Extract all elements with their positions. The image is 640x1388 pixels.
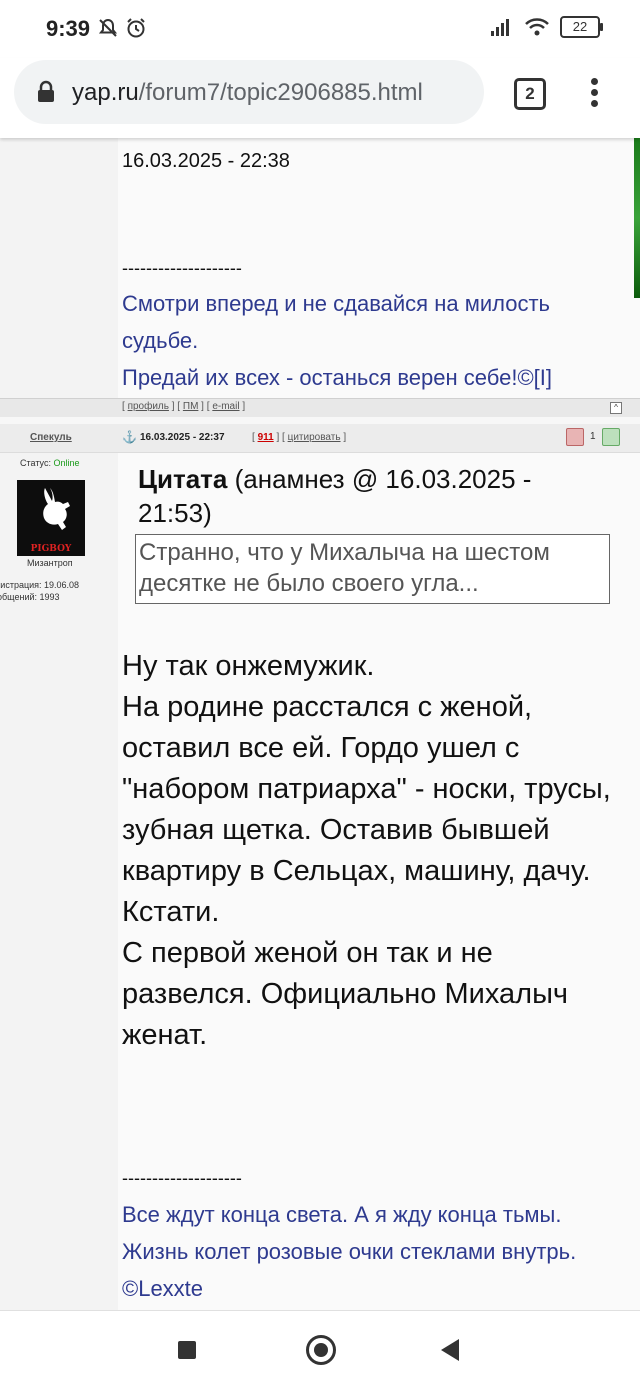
author-link[interactable]: Спекуль xyxy=(30,432,72,443)
quote-title: Цитата xyxy=(138,464,228,494)
dot-icon xyxy=(590,100,598,107)
url-host: yap.ru xyxy=(72,79,139,106)
status-label: Статус: xyxy=(20,458,51,468)
avatar-caption: PIGBOY xyxy=(30,544,72,554)
status-bar: 9:39 22 xyxy=(0,0,640,58)
wifi-icon xyxy=(525,18,549,36)
lock-icon xyxy=(38,80,54,102)
email-link[interactable]: e-mail xyxy=(212,401,239,412)
status-online: Online xyxy=(53,458,80,468)
user-status: Статус: Online xyxy=(20,458,79,468)
battery-indicator: 22 xyxy=(560,16,603,38)
status-icons xyxy=(97,17,147,39)
status-right: 22 xyxy=(490,16,603,38)
signature-separator: -------------------- xyxy=(122,1168,242,1188)
post-sidebar xyxy=(0,138,118,398)
thumbs-up-icon[interactable] xyxy=(602,428,620,446)
quote-link[interactable]: цитировать xyxy=(288,432,341,443)
pm-link[interactable]: ПМ xyxy=(183,401,199,412)
dot-icon xyxy=(590,78,598,85)
post-meta: [ 911 ] [ цитировать ] xyxy=(252,432,347,443)
post-links: [ профиль ] [ ПМ ] [ e-mail ] xyxy=(122,401,246,412)
signature: Все ждут конца света. А я жду конца тьмы… xyxy=(122,1196,627,1307)
post-links-bar: [ профиль ] [ ПМ ] [ e-mail ] ^ xyxy=(0,398,640,417)
user-title: Мизантроп xyxy=(27,558,73,568)
post-number-link[interactable]: 911 xyxy=(258,432,274,443)
address-bar[interactable]: yap.ru/forum7/topic2906885.html xyxy=(14,60,484,124)
profile-link[interactable]: профиль xyxy=(128,401,169,412)
previous-post: 16.03.2025 - 22:38 -------------------- … xyxy=(0,138,640,398)
bell-off-icon xyxy=(98,18,118,37)
signature-separator: -------------------- xyxy=(122,258,242,278)
more-menu-button[interactable] xyxy=(588,78,600,110)
signature: Смотри вперед и не сдавайся на милость с… xyxy=(122,285,622,396)
clock: 9:39 xyxy=(46,16,91,41)
signature-line: Жизнь колет розовые очки стеклами внутрь… xyxy=(122,1239,577,1301)
post-sidebar xyxy=(0,424,118,1310)
forum-content: 16.03.2025 - 22:38 -------------------- … xyxy=(0,138,640,1310)
anchor-icon[interactable]: ⚓ xyxy=(122,430,137,444)
post-line: На родине расстался с женой, оставил все… xyxy=(122,691,611,887)
bunny-logo-icon xyxy=(43,488,70,530)
thumbs-down-icon[interactable] xyxy=(566,428,584,446)
quote-text: Странно, что у Михалыча на шестом десятк… xyxy=(135,534,610,604)
url-path: /forum7/topic2906885.html xyxy=(138,79,423,106)
tab-switcher-button[interactable]: 2 xyxy=(514,78,546,110)
user-message-count: ообщений: 1993 xyxy=(0,592,60,602)
post-date: 16.03.2025 - 22:38 xyxy=(122,150,290,172)
post-line: Ну так онжемужик. xyxy=(122,650,375,682)
recents-button[interactable] xyxy=(178,1341,196,1359)
signature-line: Все ждут конца света. А я жду конца тьмы… xyxy=(122,1202,562,1227)
signature-line: Смотри вперед и не сдавайся на милость с… xyxy=(122,291,550,353)
signature-line: Предай их всех - останься верен себе!©[I… xyxy=(122,365,552,390)
avatar[interactable]: PIGBOY xyxy=(17,480,85,556)
dot-icon xyxy=(590,89,598,96)
system-nav-bar xyxy=(0,1310,640,1388)
alarm-icon xyxy=(127,18,145,38)
post-line: С первой женой он так и не развелся. Офи… xyxy=(122,937,569,1051)
signal-icon xyxy=(491,19,509,36)
scroll-top-icon[interactable]: ^ xyxy=(610,402,622,414)
home-button[interactable] xyxy=(306,1335,336,1365)
forum-post: Спекуль ⚓ 16.03.2025 - 22:37 [ 911 ] [ ц… xyxy=(0,424,640,1310)
side-banner xyxy=(634,138,640,298)
post-text: Ну так онжемужик. На родине расстался с … xyxy=(122,646,627,1056)
user-registration: егистрация: 19.06.08 xyxy=(0,580,80,590)
url-text[interactable]: yap.ru/forum7/topic2906885.html xyxy=(72,79,423,107)
post-date: 16.03.2025 - 22:37 xyxy=(140,432,225,443)
browser-toolbar: yap.ru/forum7/topic2906885.html 2 xyxy=(0,58,640,138)
quote-header: Цитата (анамнез @ 16.03.2025 - 21:53) xyxy=(138,462,608,530)
vote-count: 1 xyxy=(590,431,596,442)
post-header: Спекуль ⚓ 16.03.2025 - 22:37 [ 911 ] [ ц… xyxy=(0,424,640,453)
post-line: Кстати. xyxy=(122,896,220,928)
back-button[interactable] xyxy=(441,1339,459,1361)
